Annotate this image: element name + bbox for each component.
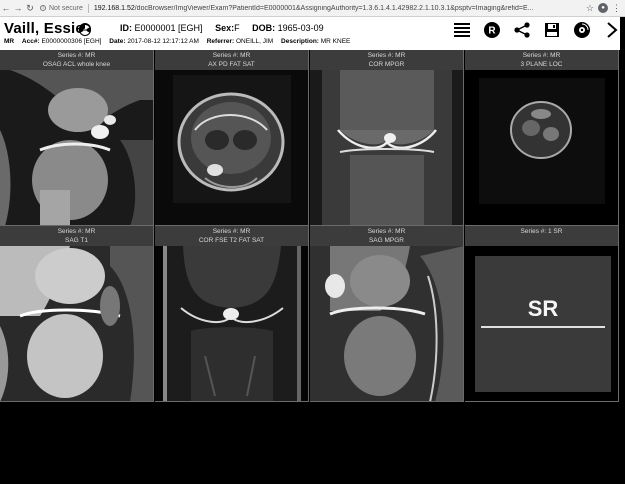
- patient-name: Vaill, Essie: [4, 20, 84, 37]
- series-number: Series #: MR: [57, 52, 96, 59]
- radiation-icon: [79, 23, 91, 36]
- exam-description: MR KNEE: [320, 38, 351, 45]
- series-header: Series #: MR SAG T1: [0, 226, 153, 246]
- chevron-right-icon[interactable]: [603, 21, 621, 39]
- save-icon[interactable]: [543, 21, 561, 39]
- series-viewport-4[interactable]: Series #: MR 3 PLANE LOC: [465, 50, 619, 226]
- series-header: Series #: MR COR MPGR: [310, 50, 463, 70]
- acc-label: Acc#:: [21, 38, 40, 45]
- series-description: SAG T1: [64, 237, 88, 244]
- series-viewport-5[interactable]: Series #: MR SAG T1: [0, 226, 154, 402]
- mri-image[interactable]: [155, 246, 308, 401]
- dob-label: DOB:: [252, 23, 276, 33]
- patient-dob: 1965-03-09: [277, 23, 324, 33]
- sr-document-icon: SR: [475, 256, 611, 392]
- share-icon[interactable]: [513, 21, 531, 39]
- image-grid: Series #: MR OSAG ACL whole knee Series …: [0, 50, 620, 402]
- series-viewport-sr[interactable]: Series #: 1 SR SR: [465, 226, 619, 402]
- sex-label: Sex:: [215, 23, 235, 33]
- series-header: Series #: MR AX PD FAT SAT: [155, 50, 308, 70]
- series-header: Series #: MR OSAG ACL whole knee: [0, 50, 153, 70]
- patient-sex: F: [234, 23, 240, 33]
- exam-modality: MR: [4, 38, 15, 45]
- address-bar[interactable]: 192.168.1.52/docBrowser/ImgViewer/Exam?P…: [94, 5, 582, 12]
- mri-image[interactable]: [0, 246, 153, 401]
- url-path: /docBrowser/ImgViewer/Exam?PatientId=E00…: [134, 4, 534, 12]
- patient-id: E0000001 [EGH]: [134, 23, 203, 33]
- series-header: Series #: 1 SR: [465, 226, 618, 246]
- id-label: ID:: [120, 23, 132, 33]
- date-label: Date:: [109, 38, 126, 45]
- browser-toolbar: ← → ↻ i Not secure 192.168.1.52/docBrows…: [0, 0, 625, 17]
- forward-icon[interactable]: →: [12, 3, 24, 13]
- sr-label: SR: [527, 296, 559, 321]
- patient-header: Vaill, Essie ID: E0000001 [EGH] Sex:F DO…: [0, 17, 625, 50]
- series-number: Series #: MR: [57, 228, 96, 235]
- mri-image[interactable]: [310, 246, 463, 401]
- divider: [87, 3, 89, 13]
- referrer-name: ONEILL, JIM: [236, 38, 274, 45]
- series-viewport-6[interactable]: Series #: MR COR FSE T2 FAT SAT: [155, 226, 309, 402]
- series-viewport-3[interactable]: Series #: MR COR MPGR: [310, 50, 464, 226]
- series-viewport-2[interactable]: Series #: MR AX PD FAT SAT: [155, 50, 309, 226]
- accession-number: E0000000306 [EGH]: [41, 38, 102, 45]
- series-header: Series #: MR COR FSE T2 FAT SAT: [155, 226, 308, 246]
- referrer-label: Referrer:: [206, 38, 235, 45]
- profile-avatar-icon[interactable]: ●: [598, 3, 608, 13]
- exam-date: 2017-08-12 12:17:12 AM: [127, 38, 199, 45]
- browser-menu-icon[interactable]: ⋮: [612, 3, 621, 14]
- mri-image[interactable]: [0, 70, 153, 225]
- series-number: Series #: MR: [367, 52, 406, 59]
- description-label: Description:: [281, 38, 319, 45]
- series-description: AX PD FAT SAT: [208, 61, 255, 68]
- series-viewport-7[interactable]: Series #: MR SAG MPGR: [310, 226, 464, 402]
- viewer-toolbar: R: [453, 21, 621, 39]
- series-number: Series #: MR: [367, 228, 406, 235]
- series-description: COR MPGR: [368, 61, 405, 68]
- series-number: Series #: 1 SR: [520, 228, 563, 235]
- series-description: SAG MPGR: [368, 237, 405, 244]
- series-viewport-1[interactable]: Series #: MR OSAG ACL whole knee: [0, 50, 154, 226]
- svg-text:R: R: [488, 26, 496, 37]
- series-header: Series #: MR 3 PLANE LOC: [465, 50, 618, 70]
- info-icon: i: [40, 5, 46, 11]
- url-host: 192.168.1.52: [93, 4, 135, 12]
- series-header: Series #: MR SAG MPGR: [310, 226, 463, 246]
- series-number: Series #: MR: [212, 52, 251, 59]
- mri-image[interactable]: [465, 70, 618, 225]
- mri-image[interactable]: [155, 70, 308, 225]
- series-description: 3 PLANE LOC: [520, 61, 563, 68]
- r-report-icon[interactable]: R: [483, 21, 501, 39]
- series-number: Series #: MR: [212, 228, 251, 235]
- back-icon[interactable]: ←: [0, 3, 12, 13]
- list-icon[interactable]: [453, 21, 471, 39]
- security-label: Not secure: [49, 4, 83, 12]
- security-indicator[interactable]: i Not secure: [40, 5, 83, 12]
- bookmark-star-icon[interactable]: ☆: [586, 3, 594, 14]
- mri-image[interactable]: [310, 70, 463, 225]
- page-scrollbar[interactable]: [620, 17, 625, 484]
- series-description: OSAG ACL whole knee: [42, 61, 111, 68]
- series-number: Series #: MR: [522, 52, 561, 59]
- structured-report-thumbnail[interactable]: SR: [465, 246, 618, 401]
- sr-underline: [481, 326, 605, 328]
- reload-icon[interactable]: ↻: [24, 3, 36, 14]
- series-description: COR FSE T2 FAT SAT: [198, 237, 265, 244]
- disc-icon[interactable]: [573, 21, 591, 39]
